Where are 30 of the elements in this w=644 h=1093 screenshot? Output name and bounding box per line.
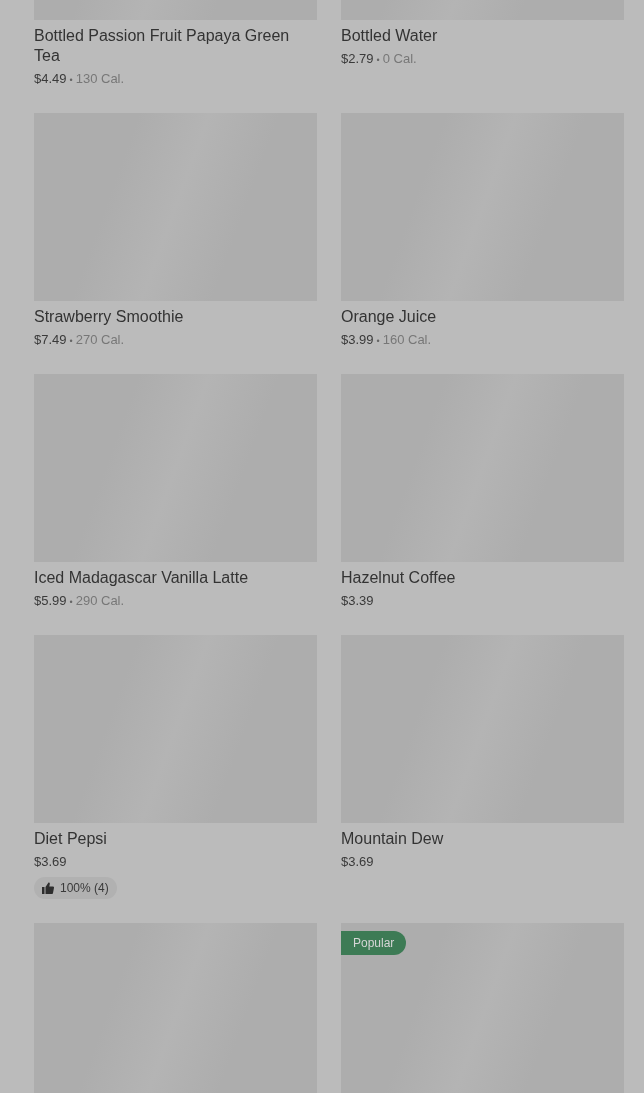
separator-dot: •: [376, 55, 380, 65]
item-name[interactable]: Bottled Water: [341, 26, 624, 46]
separator-dot: •: [376, 336, 380, 346]
item-price: $3.69: [34, 854, 67, 869]
rating-text: 100% (4): [60, 880, 109, 897]
item-price: $5.99: [34, 593, 67, 608]
item-name[interactable]: Diet Pepsi: [34, 829, 317, 849]
separator-dot: •: [69, 336, 73, 346]
item-price: $3.69: [341, 854, 374, 869]
item-name[interactable]: Orange Juice: [341, 307, 624, 327]
separator-dot: •: [69, 597, 73, 607]
thumbs-up-icon: [42, 882, 54, 894]
popular-badge: Popular: [341, 931, 407, 955]
item-price: $3.99: [341, 332, 374, 347]
item-name[interactable]: Bottled Passion Fruit Papaya Green Tea: [34, 26, 317, 66]
item-calories: 290 Cal.: [75, 593, 125, 608]
item-name[interactable]: Hazelnut Coffee: [341, 568, 624, 588]
item-name[interactable]: Mountain Dew: [341, 829, 624, 849]
image-placeholder[interactable]: [341, 923, 624, 1093]
separator-dot: •: [69, 75, 73, 85]
item-price: $4.49: [34, 71, 67, 86]
item-price: $3.39: [341, 593, 374, 608]
item-price: $2.79: [341, 51, 374, 66]
item-name[interactable]: Strawberry Smoothie: [34, 307, 317, 327]
item-calories: 0 Cal.: [382, 51, 417, 66]
item-calories: 160 Cal.: [382, 332, 432, 347]
item-calories: 270 Cal.: [75, 332, 125, 347]
item-price: $7.49: [34, 332, 67, 347]
item-calories: 130 Cal.: [75, 71, 125, 86]
item-name[interactable]: Iced Madagascar Vanilla Latte: [34, 568, 317, 588]
